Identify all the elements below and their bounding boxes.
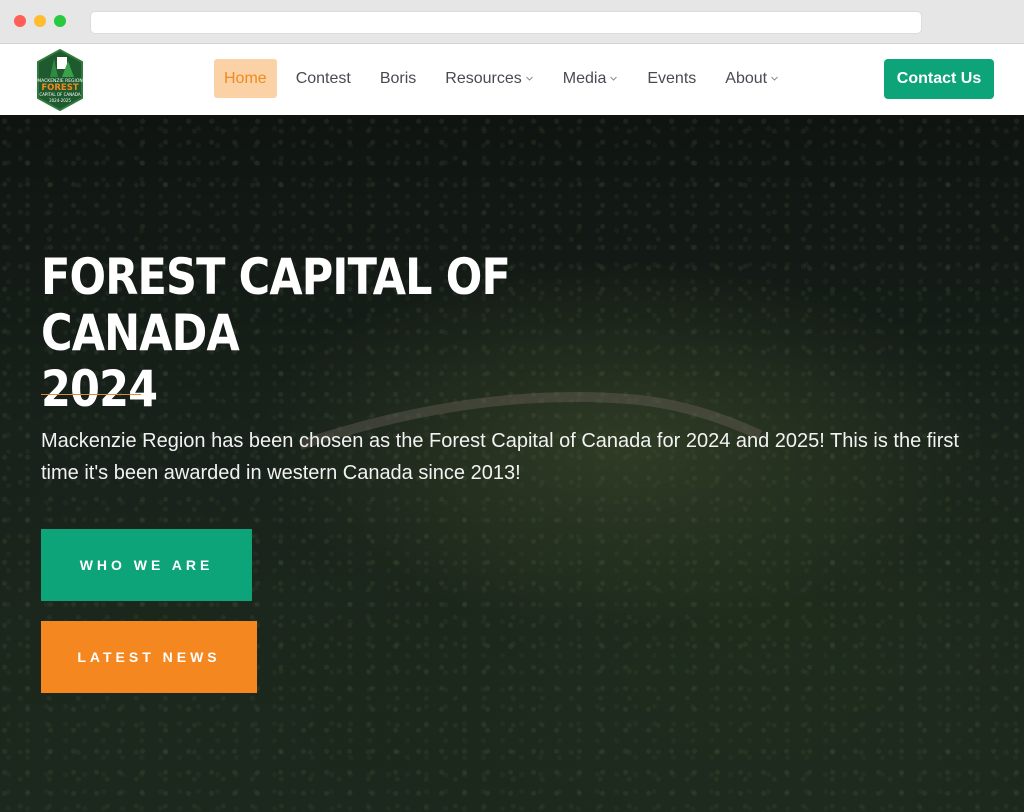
nav-item-label: Resources — [445, 69, 522, 87]
maximize-window-icon[interactable] — [54, 15, 66, 27]
nav-item-label: Home — [224, 69, 267, 87]
latest-news-button[interactable]: LATEST NEWS — [41, 621, 257, 693]
nav-item-media[interactable]: Media — [553, 59, 629, 98]
hero-section: FOREST CAPITAL OF CANADA 2024 Mackenzie … — [0, 115, 1024, 812]
site-logo[interactable]: MACKENZIE REGION FOREST CAPITAL OF CANAD… — [36, 48, 84, 112]
tree-hexagon-logo-icon: MACKENZIE REGION FOREST CAPITAL OF CANAD… — [37, 48, 83, 112]
nav-item-home[interactable]: Home — [214, 59, 277, 98]
hero-description: Mackenzie Region has been chosen as the … — [41, 430, 959, 484]
hero-title-line2: 2024 — [41, 360, 158, 418]
nav-item-events[interactable]: Events — [637, 59, 706, 98]
chevron-down-icon — [610, 76, 618, 81]
contact-us-button[interactable]: Contact Us — [884, 59, 994, 99]
main-nav: Home Contest Boris Resources Media Event… — [214, 59, 798, 98]
hero-title-line1: FOREST CAPITAL OF CANADA — [41, 248, 511, 362]
hero-divider — [41, 394, 141, 395]
nav-item-contest[interactable]: Contest — [286, 59, 361, 98]
nav-item-label: Events — [647, 69, 697, 87]
hero-title: FOREST CAPITAL OF CANADA 2024 — [41, 249, 643, 417]
nav-item-label: About — [725, 69, 768, 87]
logo-line4: 2024-2025 — [49, 98, 71, 103]
nav-item-label: Contest — [295, 69, 351, 87]
logo-line3: CAPITAL OF CANADA — [39, 92, 80, 97]
chevron-down-icon — [525, 76, 533, 81]
browser-chrome — [0, 0, 1024, 44]
nav-item-boris[interactable]: Boris — [370, 59, 426, 98]
close-window-icon[interactable] — [14, 15, 26, 27]
site-header: MACKENZIE REGION FOREST CAPITAL OF CANAD… — [0, 44, 1024, 115]
nav-item-resources[interactable]: Resources — [435, 59, 543, 98]
nav-item-about[interactable]: About — [715, 59, 789, 98]
who-we-are-button[interactable]: WHO WE ARE — [41, 529, 252, 601]
address-bar[interactable] — [90, 11, 922, 34]
nav-item-label: Boris — [379, 69, 417, 87]
nav-item-label: Media — [562, 69, 607, 87]
minimize-window-icon[interactable] — [34, 15, 46, 27]
chevron-down-icon — [771, 76, 778, 81]
